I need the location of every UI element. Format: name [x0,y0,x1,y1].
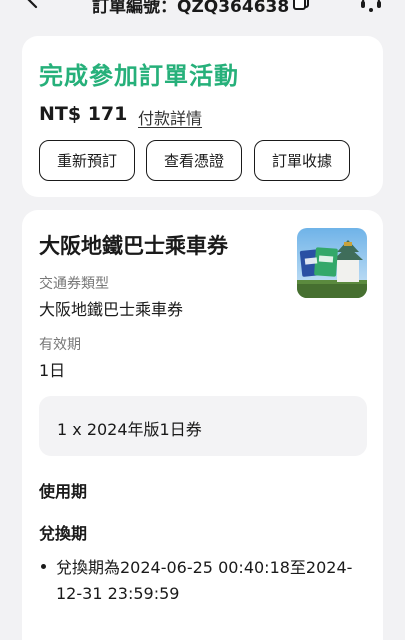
osaka-pass-image [297,228,367,298]
rebook-button[interactable]: 重新預訂 [39,140,135,181]
validity-label: 有效期 [39,337,81,353]
customer-service-button[interactable] [358,0,384,14]
top-bar: 訂單編號：QZQ364638 [0,0,405,22]
headset-icon [361,0,381,12]
pass-type-value: 大阪地鐵巴士乘車券 [39,300,184,319]
pass-type-label: 交通券類型 [39,276,109,292]
order-receipt-button[interactable]: 訂單收據 [254,140,350,181]
product-thumbnail[interactable] [297,228,367,298]
validity-value: 1日 [39,361,66,380]
redeem-period-heading: 兌換期 [39,524,88,543]
order-price: NT$ 171 [39,103,128,125]
copy-button[interactable] [292,0,312,10]
chevron-left-icon [27,0,38,9]
order-status-title: 完成參加訂單活動 [39,62,239,90]
copy-icon [293,0,309,10]
product-card: 大阪地鐵巴士乘車券 交通券類型 大阪地鐵巴士乘車券 有效期 1日 1 x 202… [22,210,383,640]
view-voucher-button[interactable]: 查看憑證 [146,140,242,181]
product-title: 大阪地鐵巴士乘車券 [39,234,228,258]
ticket-quantity-text: 1 x 2024年版1日券 [57,420,202,439]
back-button[interactable] [22,0,44,10]
redeem-period-text: 兌換期為2024-06-25 00:40:18至2024-12-31 23:59… [56,558,353,603]
payment-detail-link[interactable]: 付款詳情 [138,105,202,129]
order-status-card: 完成參加訂單活動 NT$ 171 付款詳情 重新預訂 查看憑證 訂單收據 [22,36,383,197]
bullet-icon [41,564,46,569]
ticket-quantity-box: 1 x 2024年版1日券 [39,396,367,456]
usage-period-heading: 使用期 [39,482,88,501]
